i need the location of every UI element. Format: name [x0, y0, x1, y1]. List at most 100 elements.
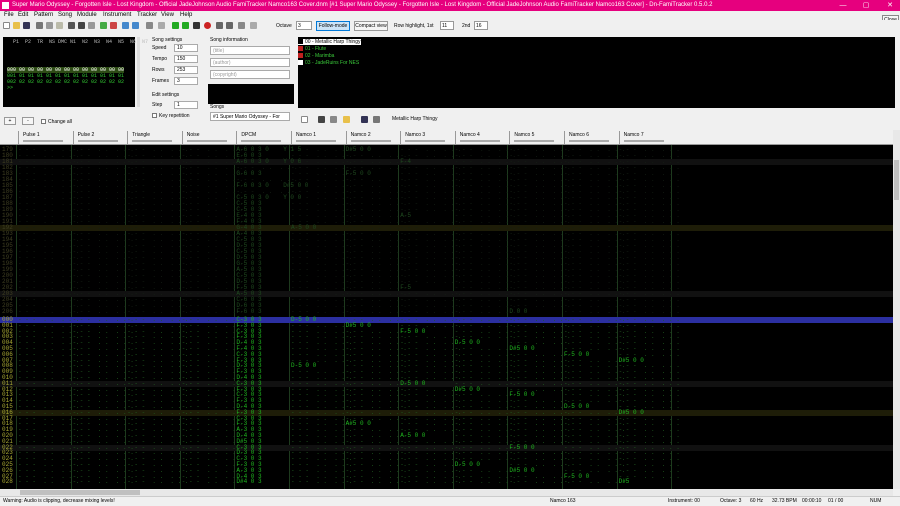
key-repetition-checkbox[interactable] [152, 113, 157, 118]
frame-row[interactable]: 002 02 02 02 02 02 02 02 02 02 02 02 02 [7, 79, 124, 85]
duplicate-frame-icon[interactable] [146, 22, 153, 29]
pattern-row[interactable]: 028- - - . . . . .- - - . . . . .- - - .… [0, 478, 893, 485]
empty-cell[interactable]: - - - . . . . . [73, 478, 134, 485]
frames-input[interactable]: 3 [174, 77, 198, 85]
compact-view-button[interactable]: Compact view [354, 21, 388, 31]
change-all-checkbox[interactable] [41, 119, 46, 124]
cut-icon[interactable] [36, 22, 43, 29]
remove-frame-button[interactable]: - [22, 117, 34, 125]
pattern-row[interactable]: 206- - - . . . . .- - - . . . . .- - - .… [0, 308, 893, 315]
play-loop-icon[interactable] [182, 22, 189, 29]
empty-cell[interactable]: - - - . . . . . [127, 308, 188, 315]
remove-instrument-icon[interactable] [318, 116, 325, 123]
channel-header-namco-1[interactable]: Namco 1 [291, 131, 346, 144]
channel-header-namco-2[interactable]: Namco 2 [345, 131, 401, 144]
open-folder-icon[interactable] [13, 22, 20, 29]
add-frame-icon[interactable] [100, 22, 107, 29]
instrument-item[interactable]: 01 - Flute [298, 46, 326, 52]
horizontal-scrollbar[interactable] [0, 489, 893, 496]
help-icon[interactable] [78, 22, 85, 29]
author-field[interactable]: (author) [210, 58, 290, 67]
menu-instrument[interactable]: Instrument [103, 11, 131, 20]
new-file-icon[interactable] [3, 22, 10, 29]
pattern-editor[interactable]: 179- - - . . . . .- - - . . . . .- - - .… [0, 145, 893, 489]
empty-cell[interactable]: - - - . . . . . [564, 478, 625, 485]
context-help-icon[interactable] [88, 22, 95, 29]
empty-cell[interactable]: - - - . . . . . [400, 308, 461, 315]
new-instrument-icon[interactable] [301, 116, 308, 123]
frame-scrollbar[interactable] [137, 37, 140, 107]
frame-editor[interactable]: P1 P2 TR NS DMC N1 N2 N3 N4 N5 N6 N7 000… [3, 37, 148, 107]
note-cell[interactable]: D 0 0 [509, 308, 527, 315]
paste-icon[interactable] [56, 22, 63, 29]
instrument-item[interactable]: 03 - JadeRuins For NES [298, 60, 359, 66]
title-bar[interactable]: Super Mario Odyssey - Forgotten Isle - L… [0, 0, 900, 11]
settings-icon[interactable] [238, 22, 245, 29]
stop-icon[interactable] [193, 22, 200, 29]
rows-input[interactable]: 253 [174, 66, 198, 74]
empty-cell[interactable]: - - - . . . . . [346, 308, 407, 315]
clone-instrument-icon[interactable] [330, 116, 337, 123]
empty-cell[interactable]: - - - . . . . . [564, 308, 625, 315]
move-frame-up-icon[interactable] [132, 22, 139, 29]
song-select[interactable]: #1 Super Mario Odyssey - For [210, 112, 290, 121]
copyright-field[interactable]: (copyright) [210, 70, 290, 79]
step-input[interactable]: 1 [174, 101, 198, 109]
previous-song-icon[interactable] [216, 22, 223, 29]
edit-instrument-icon[interactable] [373, 116, 380, 123]
empty-cell[interactable]: - - - . . . . . [291, 308, 352, 315]
save-instrument-icon[interactable] [361, 116, 368, 123]
empty-cell[interactable]: - - - . . . . . [400, 478, 461, 485]
tempo-input[interactable]: 150 [174, 55, 198, 63]
empty-cell[interactable]: - - - . . . . . [182, 478, 243, 485]
octave-select[interactable]: 3 [296, 21, 312, 30]
empty-cell[interactable]: - - - . . . . . [455, 478, 516, 485]
add-frame-button[interactable]: + [4, 117, 16, 125]
about-icon[interactable] [68, 22, 75, 29]
note-cell[interactable]: D#4 0 3 [236, 478, 261, 485]
instrument-name-field[interactable]: Metallic Harp Thingy [390, 115, 895, 124]
empty-cell[interactable]: - - - . . . . . [455, 308, 516, 315]
channel-header-noise[interactable]: Noise [181, 131, 237, 144]
menu-tracker[interactable]: Tracker [137, 11, 157, 20]
instrument-list[interactable]: 00 - Metallic Harp Thingy 01 - Flute 02 … [298, 37, 895, 108]
effect-list-icon[interactable] [250, 22, 257, 29]
instrument-item[interactable]: 02 - Marimba [298, 53, 334, 59]
instrument-item[interactable]: 00 - Metallic Harp Thingy [298, 39, 361, 45]
channel-header-triangle[interactable]: Triangle [127, 131, 182, 144]
empty-cell[interactable]: - - - . . . . . [619, 308, 680, 315]
maximize-button[interactable]: ▢ [859, 0, 873, 11]
menu-edit[interactable]: Edit [18, 11, 28, 20]
minimize-button[interactable]: — [836, 0, 850, 11]
menu-pattern[interactable]: Pattern [34, 11, 53, 20]
copy-icon[interactable] [46, 22, 53, 29]
menu-help[interactable]: Help [180, 11, 192, 20]
play-icon[interactable] [172, 22, 179, 29]
move-frame-down-icon[interactable] [122, 22, 129, 29]
empty-cell[interactable]: - - - . . . . . [18, 478, 79, 485]
channel-header-namco-4[interactable]: Namco 4 [454, 131, 510, 144]
note-cell[interactable]: F-6 0 3 [236, 308, 261, 315]
channel-header-pulse-2[interactable]: Pulse 2 [72, 131, 128, 144]
frame-row[interactable]: >> [7, 85, 13, 91]
menu-file[interactable]: File [4, 11, 14, 20]
empty-cell[interactable]: - - - . . . . . [182, 308, 243, 315]
channel-header-namco-5[interactable]: Namco 5 [509, 131, 564, 144]
row-highlight-2nd-input[interactable]: 16 [474, 21, 488, 30]
remove-frame-icon[interactable] [110, 22, 117, 29]
empty-cell[interactable]: - - - . . . . . [127, 478, 188, 485]
note-cell[interactable]: D#5 [619, 478, 630, 485]
save-icon[interactable] [23, 22, 30, 29]
menu-view[interactable]: View [161, 11, 174, 20]
speed-input[interactable]: 10 [174, 44, 198, 52]
empty-cell[interactable]: - - - . . . . . [73, 308, 134, 315]
channel-header-namco-7[interactable]: Namco 7 [618, 131, 674, 144]
record-icon[interactable] [204, 22, 211, 29]
channel-header-dpcm[interactable]: DPCM [236, 131, 291, 144]
row-highlight-1st-input[interactable]: 11 [440, 21, 454, 30]
empty-cell[interactable]: - - - . . . . . [18, 308, 79, 315]
module-properties-icon[interactable] [158, 22, 165, 29]
menu-song[interactable]: Song [58, 11, 72, 20]
channel-header-namco-3[interactable]: Namco 3 [400, 131, 455, 144]
menu-module[interactable]: Module [77, 11, 97, 20]
